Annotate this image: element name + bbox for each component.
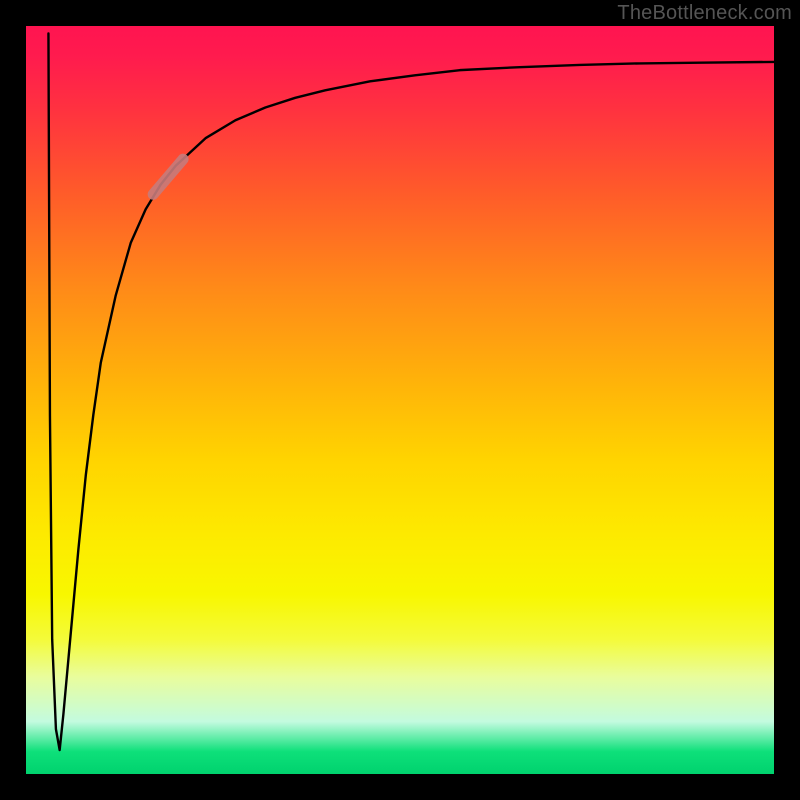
watermark-text: TheBottleneck.com <box>617 2 792 25</box>
highlight-segment <box>153 159 183 194</box>
plot-area <box>26 26 774 774</box>
curve-layer <box>26 26 774 774</box>
curve-path <box>48 33 774 750</box>
